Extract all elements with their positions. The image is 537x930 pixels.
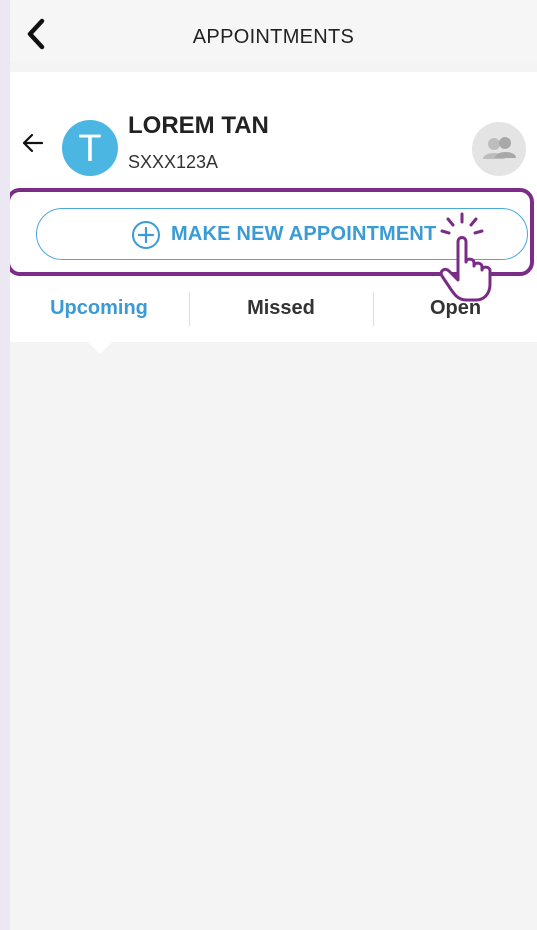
page-title: APPOINTMENTS [192,26,355,48]
appointments-panel: T LOREM TAN SXXX123A MAKE NEW APPOINTMEN… [10,72,537,342]
tab-upcoming[interactable]: Upcoming [10,282,188,334]
user-id: SXXX123A [128,152,219,172]
make-new-appointment-label: MAKE NEW APPOINTMENT [171,223,437,245]
plus-circle-icon [132,221,160,249]
tab-open[interactable]: Open [374,282,537,334]
appointment-tabs: Upcoming Missed Open [10,282,537,334]
arrow-left-icon[interactable] [20,130,46,156]
user-name: LOREM TAN [128,112,269,139]
active-tab-indicator [86,340,114,354]
avatar-initial: T [78,128,102,170]
group-icon [483,137,516,159]
app-screen: APPOINTMENTS T LOREM TAN SXXX123A MAKE N… [10,0,537,930]
switch-profile-button[interactable] [472,122,526,176]
navigation-bar: APPOINTMENTS [10,0,537,62]
tab-missed[interactable]: Missed [190,282,372,334]
appointments-list [10,356,537,930]
avatar: T [62,120,118,176]
